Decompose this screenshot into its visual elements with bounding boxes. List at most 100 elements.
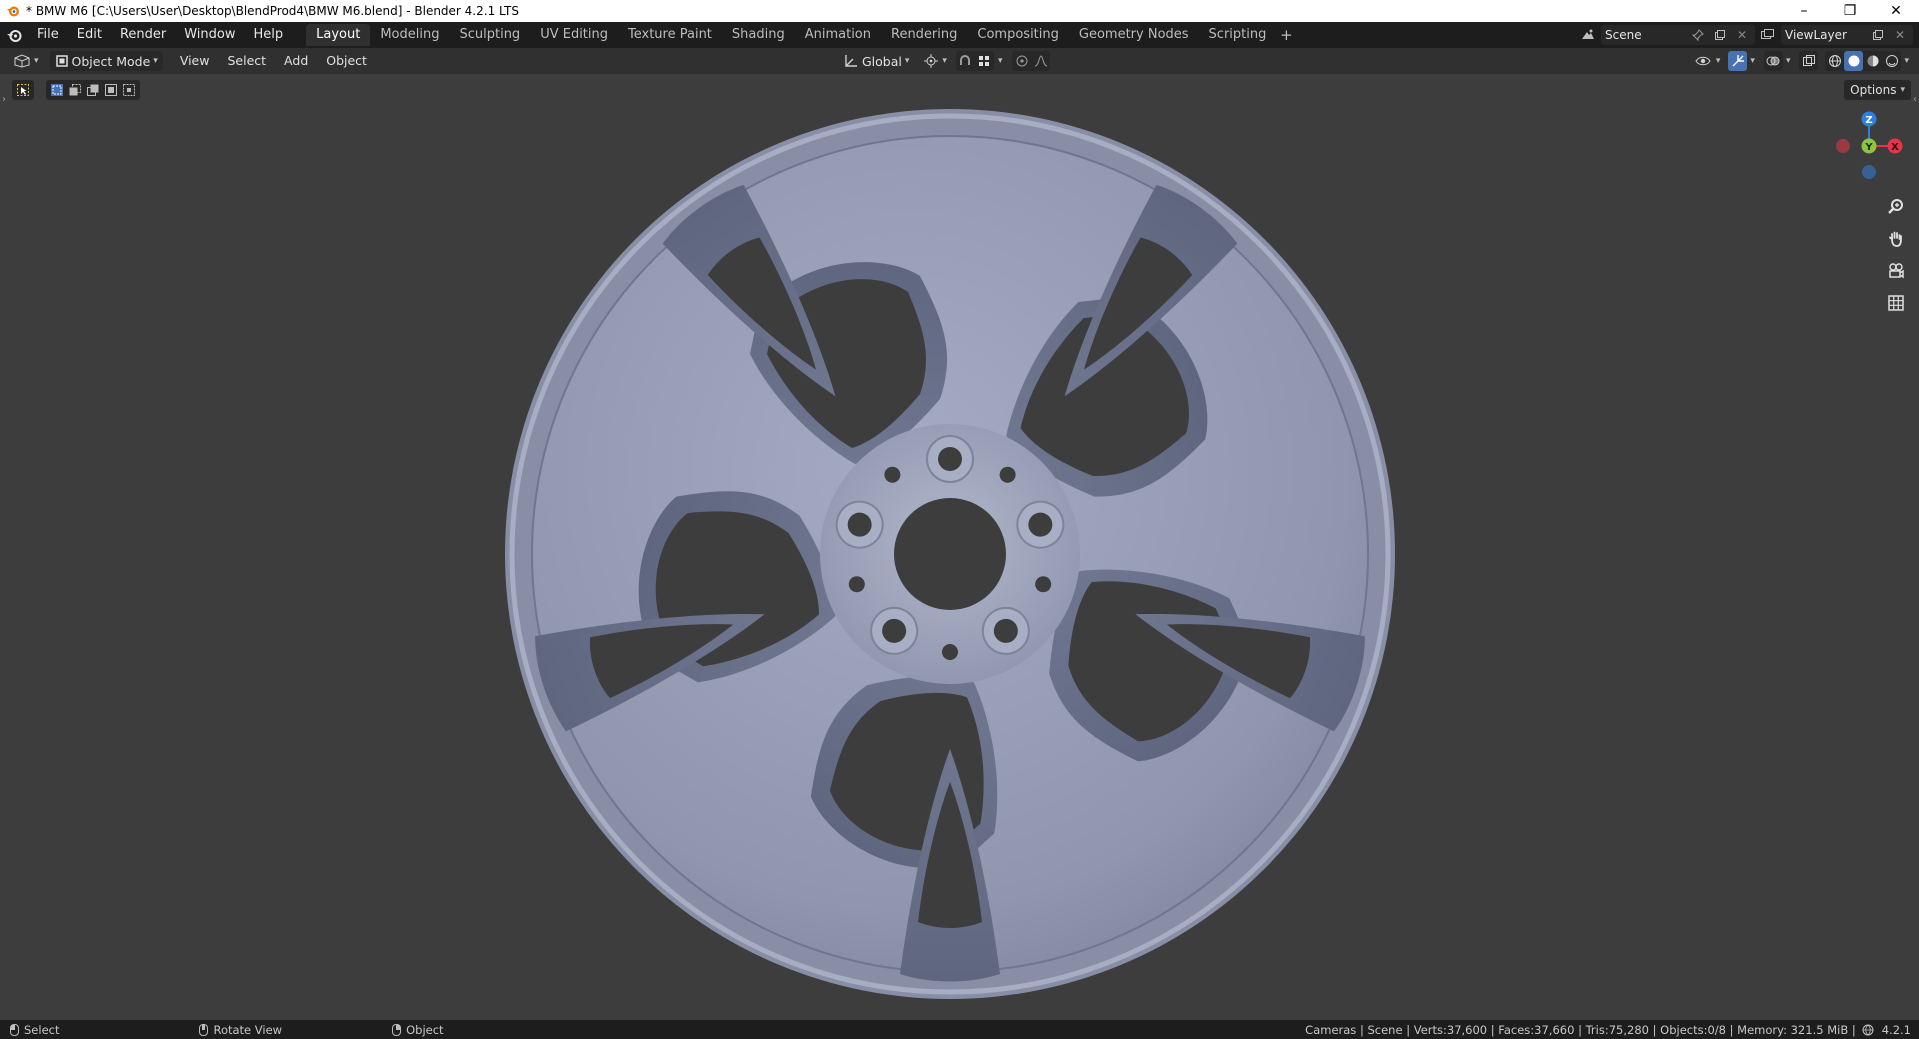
snapping-group [955,51,994,71]
scene-type-icon[interactable] [1579,26,1597,44]
rendered-shading-icon[interactable] [1882,51,1901,71]
tab-compositing[interactable]: Compositing [967,24,1069,46]
tab-texture-paint[interactable]: Texture Paint [618,24,722,46]
orientation-axes-icon [845,55,857,67]
options-button[interactable]: Options ▾ [1844,80,1911,100]
delete-view-layer-icon[interactable]: ✕ [1891,26,1909,44]
navigation-gizmo[interactable]: Z X Y [1829,106,1909,186]
xray-icon[interactable] [1799,51,1818,71]
hint-object-label: Object [406,1022,444,1037]
select-tool-icon[interactable] [12,80,34,100]
viewport-header: ▾ Object Mode ▾ View Select Add Object G… [0,48,1919,74]
transform-orientation-selector[interactable]: Global ▾ [838,51,914,71]
snap-toggle-icon[interactable] [956,51,975,71]
tab-geometry-nodes[interactable]: Geometry Nodes [1069,24,1199,46]
view-layer-icon[interactable] [1759,26,1777,44]
network-icon [1862,1024,1874,1035]
pin-icon[interactable] [1689,26,1707,44]
restore-button[interactable]: ❐ [1827,0,1873,22]
scene-selector[interactable]: Scene ✕ [1601,25,1755,45]
material-preview-icon[interactable] [1863,51,1882,71]
gizmo-y-label: Y [1864,142,1873,153]
object-mode-icon [55,55,68,67]
sidebar-expand-icon[interactable]: ‹ [1913,94,1917,105]
menu-object[interactable]: Object [317,51,376,71]
mouse-middle-icon [199,1023,209,1036]
view-layer-selector[interactable]: ViewLayer ✕ [1781,25,1913,45]
delete-scene-icon[interactable]: ✕ [1733,26,1751,44]
camera-view-icon[interactable] [1883,258,1909,284]
mode-selector[interactable]: Object Mode ▾ [49,51,163,71]
tab-layout[interactable]: Layout [306,24,371,46]
scene-statistics: Cameras | Scene | Verts:37,600 | Faces:3… [1305,1023,1919,1037]
tab-shading[interactable]: Shading [722,24,795,46]
version-label: 4.2.1 [1881,1022,1911,1037]
pan-hand-icon[interactable] [1883,226,1909,252]
menu-view[interactable]: View [171,51,219,71]
center-bore [894,498,1006,610]
hint-rotate-view: Rotate View [199,1023,282,1037]
falloff-curve-icon[interactable] [1031,51,1050,71]
overlays-icon[interactable] [1764,51,1783,71]
stats-text: Cameras | Scene | Verts:37,600 | Faces:3… [1305,1022,1856,1037]
pivot-icon [924,54,939,68]
new-view-layer-icon[interactable] [1869,26,1887,44]
wireframe-shading-icon[interactable] [1825,51,1844,71]
menu-help[interactable]: Help [245,24,293,46]
scene-name[interactable]: Scene [1605,28,1685,42]
mouse-right-icon [392,1023,402,1036]
editor-type-button[interactable]: ▾ [8,51,44,71]
menu-select[interactable]: Select [218,51,275,71]
eye-icon [1695,56,1711,66]
view-layer-name[interactable]: ViewLayer [1785,28,1865,42]
snap-target-icon[interactable] [975,51,994,71]
tab-uv-editing[interactable]: UV Editing [530,24,618,46]
new-scene-icon[interactable] [1711,26,1729,44]
menu-render[interactable]: Render [111,24,175,46]
perspective-grid-icon[interactable] [1883,290,1909,316]
menu-add[interactable]: Add [275,51,317,71]
proportional-editing-icon[interactable] [1012,51,1031,71]
pivot-point-selector[interactable]: ▾ [918,51,952,71]
zoom-icon[interactable] [1883,194,1909,220]
select-subtract-icon[interactable] [84,80,102,100]
select-intersect-icon[interactable] [120,80,138,100]
gizmo-toggle-icon[interactable] [1728,51,1748,71]
tab-animation[interactable]: Animation [795,24,881,46]
3d-viewport[interactable]: Options ▾ › ‹ Z X Y [0,74,1919,1020]
select-extend-icon[interactable] [66,80,84,100]
navigation-tools [1883,194,1909,316]
blender-menu-icon[interactable] [0,22,28,48]
selection-mode-group [46,80,140,100]
blender-app: * BMW M6 [C:\Users\User\Desktop\BlendPro… [0,0,1919,1039]
hint-select: Select [10,1023,59,1037]
orientation-label: Global [862,53,902,69]
tab-sculpting[interactable]: Sculpting [449,24,530,46]
toolbar-expand-icon[interactable]: › [2,94,6,105]
options-label: Options [1850,83,1897,97]
select-invert-icon[interactable] [102,80,120,100]
gizmo-z-label: Z [1865,115,1872,126]
hint-object: Object [392,1022,444,1037]
mouse-left-icon [10,1023,19,1036]
3d-viewport-icon [14,54,30,68]
proportional-editing-group [1012,51,1051,71]
menu-file[interactable]: File [28,24,68,46]
visibility-selector[interactable]: ▾ [1690,51,1726,71]
menu-edit[interactable]: Edit [68,24,111,46]
xray-toggle-group [1799,51,1819,71]
tab-scripting[interactable]: Scripting [1199,24,1277,46]
menu-window[interactable]: Window [175,24,244,46]
tab-rendering[interactable]: Rendering [881,24,967,46]
wheel-model[interactable] [503,107,1397,1001]
select-new-icon[interactable] [48,80,66,100]
overlay-toggle-group [1763,51,1783,71]
close-button[interactable]: ✕ [1873,0,1919,22]
mode-label: Object Mode [71,53,151,69]
gizmo-x-label: X [1891,142,1899,153]
solid-shading-icon[interactable] [1844,51,1864,71]
minimize-button[interactable]: – [1781,0,1827,22]
tab-modeling[interactable]: Modeling [370,24,449,46]
add-workspace-button[interactable]: + [1276,26,1296,44]
topbar: File Edit Render Window Help Layout Mode… [0,22,1919,48]
